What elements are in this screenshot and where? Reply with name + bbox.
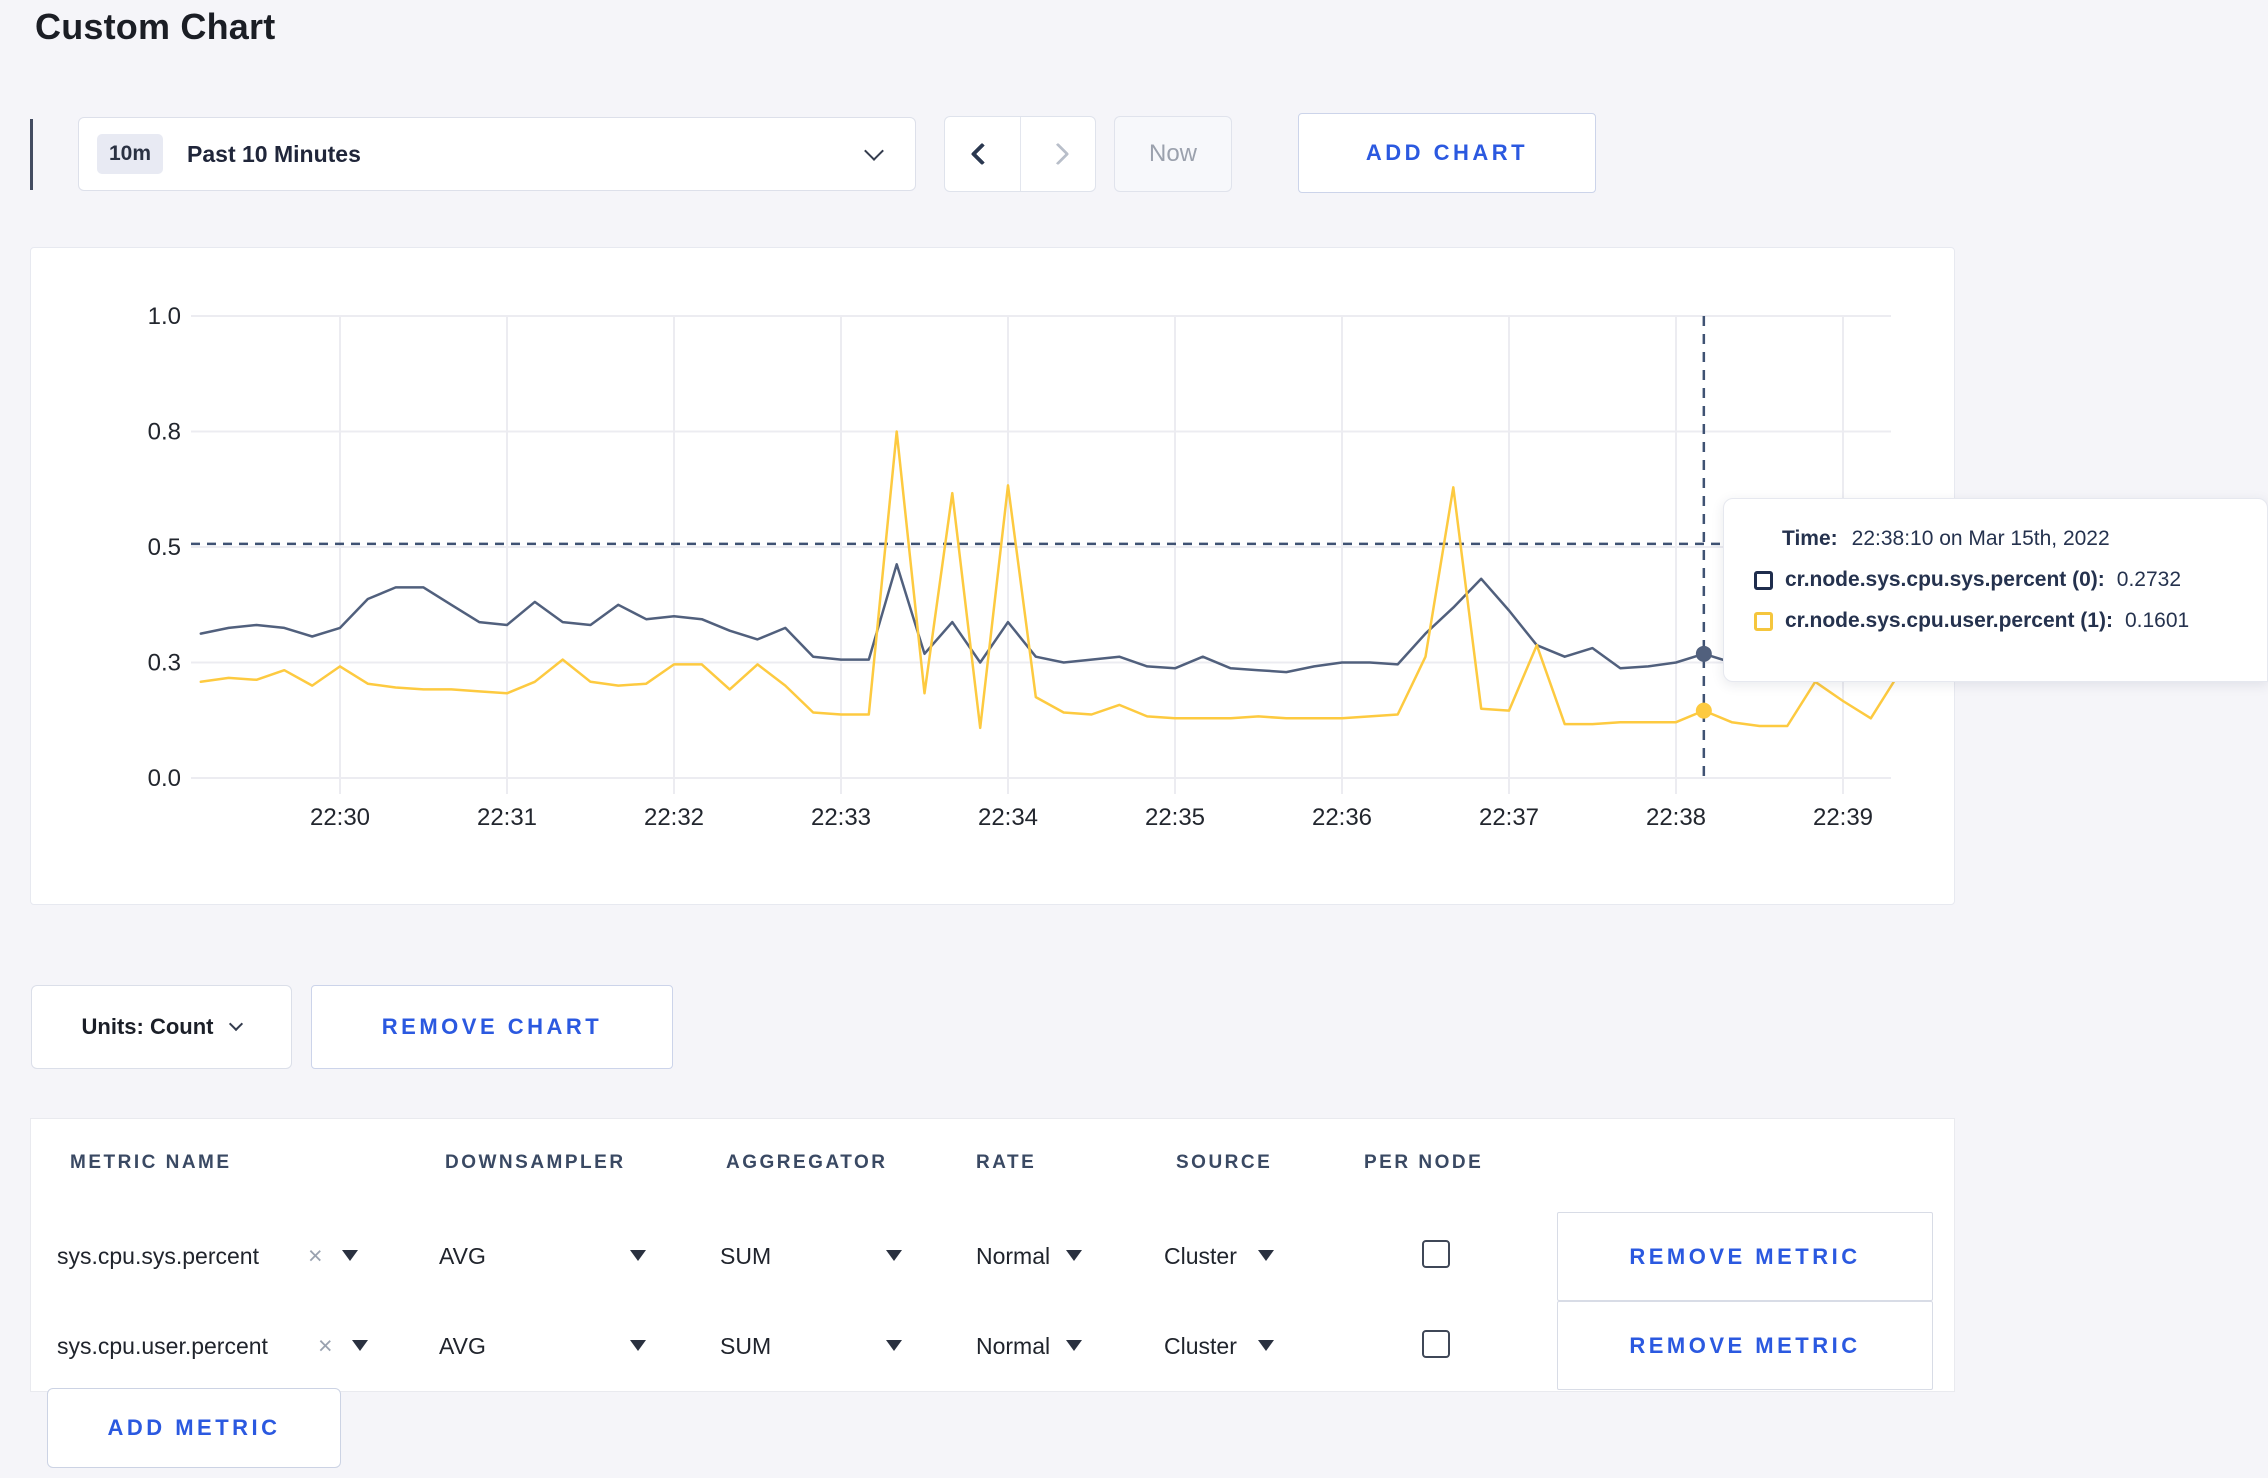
svg-text:22:32: 22:32 (644, 804, 704, 831)
source-select[interactable]: Cluster (1164, 1333, 1237, 1360)
per-node-checkbox[interactable] (1422, 1240, 1450, 1268)
series-sys-swatch-icon (1754, 570, 1773, 590)
tooltip-time-label: Time: (1782, 527, 1838, 550)
tooltip-time-value: 22:38:10 on Mar 15th, 2022 (1851, 527, 2110, 550)
chevron-down-icon (864, 141, 884, 161)
series-user-swatch-icon (1754, 611, 1773, 631)
tooltip-series-user-label: cr.node.sys.cpu.user.percent (1): (1785, 609, 2113, 632)
col-header-per-node: PER NODE (1364, 1152, 1484, 1173)
chevron-left-icon (970, 142, 994, 166)
svg-text:0.8: 0.8 (148, 419, 181, 446)
per-node-checkbox[interactable] (1422, 1330, 1450, 1358)
clear-metric-icon[interactable]: × (318, 1334, 333, 1359)
downsampler-caret-icon[interactable] (630, 1250, 646, 1261)
source-caret-icon[interactable] (1258, 1250, 1274, 1261)
aggregator-select[interactable]: SUM (720, 1333, 771, 1360)
tooltip-series-sys-label: cr.node.sys.cpu.sys.percent (0): (1785, 568, 2105, 591)
downsampler-select[interactable]: AVG (439, 1333, 486, 1360)
aggregator-caret-icon[interactable] (886, 1250, 902, 1261)
rate-select[interactable]: Normal (976, 1243, 1050, 1270)
page-title: Custom Chart (35, 6, 276, 47)
remove-metric-button[interactable]: REMOVE METRIC (1557, 1212, 1933, 1301)
svg-text:22:34: 22:34 (978, 804, 1038, 831)
svg-text:22:33: 22:33 (811, 804, 871, 831)
col-header-aggregator: AGGREGATOR (726, 1152, 888, 1173)
col-header-metric-name: METRIC NAME (70, 1152, 232, 1173)
svg-text:1.0: 1.0 (148, 303, 181, 330)
time-range-badge: 10m (97, 134, 164, 174)
metric-name-select[interactable]: sys.cpu.sys.percent (57, 1243, 259, 1270)
svg-text:22:38: 22:38 (1646, 804, 1706, 831)
units-select[interactable]: Units: Count (31, 985, 292, 1069)
add-metric-button[interactable]: ADD METRIC (47, 1388, 341, 1468)
aggregator-caret-icon[interactable] (886, 1340, 902, 1351)
chevron-down-icon (229, 1016, 244, 1032)
svg-text:22:30: 22:30 (310, 804, 370, 831)
remove-metric-button[interactable]: REMOVE METRIC (1557, 1301, 1933, 1390)
aggregator-select[interactable]: SUM (720, 1243, 771, 1270)
metric-name-caret-icon[interactable] (352, 1340, 368, 1351)
col-header-source: SOURCE (1176, 1152, 1273, 1173)
chevron-right-icon (1046, 142, 1070, 166)
svg-text:0.5: 0.5 (148, 534, 181, 561)
downsampler-select[interactable]: AVG (439, 1243, 486, 1270)
rate-caret-icon[interactable] (1066, 1340, 1082, 1351)
metric-name-select[interactable]: sys.cpu.user.percent (57, 1333, 268, 1360)
svg-text:22:37: 22:37 (1479, 804, 1539, 831)
time-range-select[interactable]: 10m Past 10 Minutes (78, 117, 916, 191)
metric-name-caret-icon[interactable] (342, 1250, 358, 1261)
add-chart-button[interactable]: ADD CHART (1298, 113, 1596, 193)
source-caret-icon[interactable] (1258, 1340, 1274, 1351)
tooltip-series-sys-value: 0.2732 (2116, 568, 2182, 591)
svg-text:0.3: 0.3 (148, 650, 181, 677)
now-button[interactable]: Now (1114, 116, 1232, 192)
next-time-button[interactable] (1019, 117, 1096, 191)
chart-card: 0.0 0.3 0.5 0.8 1.0 22:30 22:31 22:32 22:33 22:34… (30, 247, 1955, 905)
svg-text:22:39: 22:39 (1813, 804, 1873, 831)
svg-text:22:36: 22:36 (1312, 804, 1372, 831)
rate-caret-icon[interactable] (1066, 1250, 1082, 1261)
source-select[interactable]: Cluster (1164, 1243, 1237, 1270)
svg-text:0.0: 0.0 (148, 765, 181, 792)
remove-chart-button[interactable]: REMOVE CHART (311, 985, 673, 1069)
time-range-label: Past 10 Minutes (187, 140, 361, 167)
svg-text:22:35: 22:35 (1145, 804, 1205, 831)
time-series-chart[interactable]: 0.0 0.3 0.5 0.8 1.0 22:30 22:31 22:32 22:33 22:34… (31, 248, 1954, 904)
units-label: Units: Count (81, 1014, 214, 1039)
toolbar-divider (30, 119, 33, 190)
chart-hover-tooltip: Time: 22:38:10 on Mar 15th, 2022 cr.node… (1723, 498, 2268, 682)
downsampler-caret-icon[interactable] (630, 1340, 646, 1351)
col-header-downsampler: DOWNSAMPLER (445, 1152, 626, 1173)
col-header-rate: RATE (976, 1152, 1037, 1173)
svg-text:22:31: 22:31 (477, 804, 537, 831)
clear-metric-icon[interactable]: × (308, 1244, 323, 1269)
prev-time-button[interactable] (945, 117, 1020, 191)
tooltip-series-user-value: 0.1601 (2124, 609, 2190, 632)
rate-select[interactable]: Normal (976, 1333, 1050, 1360)
time-nav-group (944, 116, 1096, 192)
